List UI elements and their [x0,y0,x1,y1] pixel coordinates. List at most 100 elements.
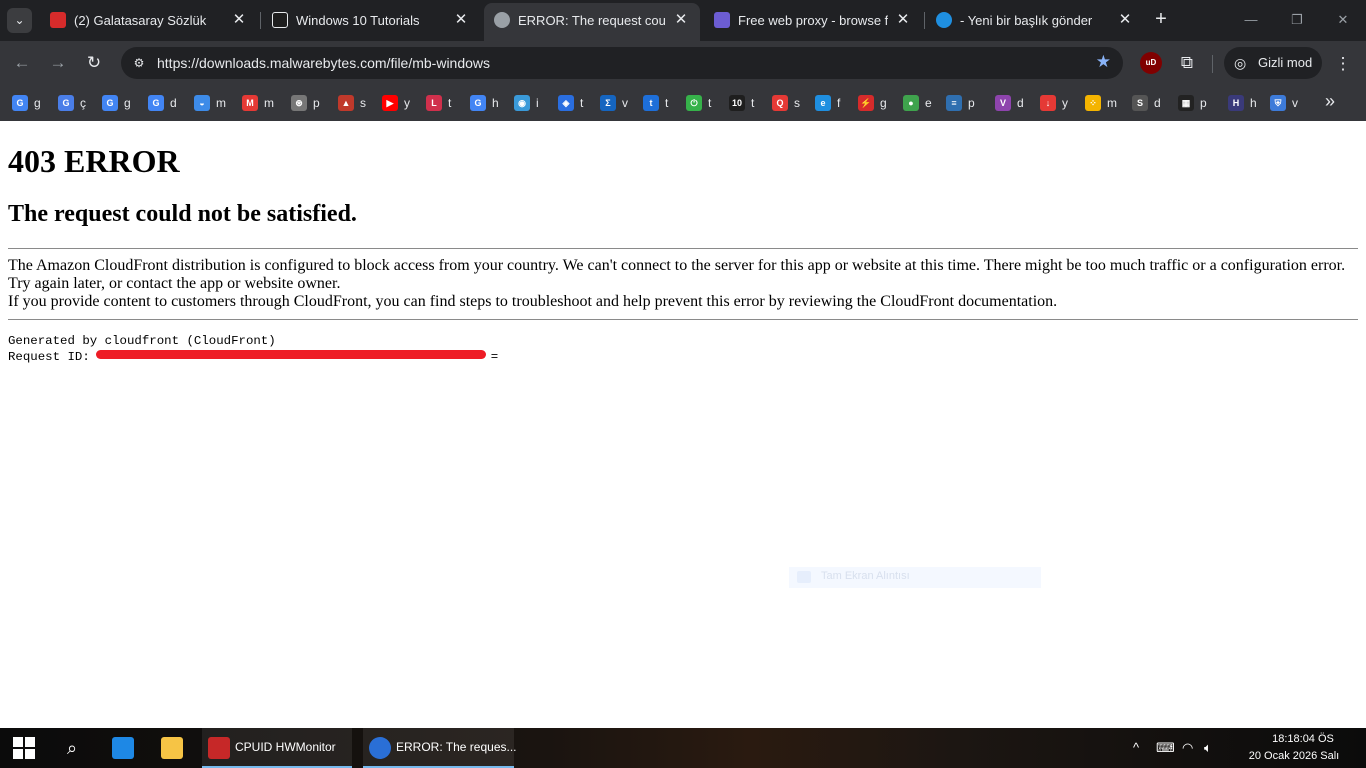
divider [8,319,1358,320]
bookmark-label: h [1250,96,1257,110]
chevron-down-icon: ⌄ [14,13,25,27]
close-icon[interactable]: ✕ [230,11,248,29]
bookmark-label: t [751,96,755,110]
bookmark-favicon-icon: t [643,95,659,111]
tab-new-topic[interactable]: - Yeni bir başlık gönder ✕ [926,3,1144,38]
reload-icon: ↻ [86,53,102,72]
screenshot-icon [797,571,811,583]
bookmark-favicon-icon: ◉ [514,95,530,111]
minimize-button[interactable]: — [1236,8,1266,32]
request-id-label: Request ID: [8,350,90,364]
clock-time[interactable]: 18:18:04 ÖS [1263,733,1343,745]
bookmark-favicon-icon: ● [903,95,919,111]
kebab-menu-icon: ⋮ [1334,54,1352,73]
close-icon[interactable]: ✕ [1116,11,1134,29]
windows-logo-icon [13,737,23,747]
bookmark-label: d [170,96,177,110]
volume-icon[interactable]: 🔈︎ [1204,740,1212,756]
incognito-indicator[interactable]: ◎ Gizli mod [1224,47,1322,79]
tab-strip: ⌄ (2) Galatasaray Sözlük ✕ Windows 10 Tu… [0,0,1366,41]
forum-favicon-icon [936,12,952,28]
close-icon[interactable]: ✕ [894,11,912,29]
url-text[interactable]: https://downloads.malwarebytes.com/file/… [157,55,490,71]
arrow-right-icon: → [49,53,67,72]
restore-button[interactable]: ❐ [1282,8,1312,32]
forward-button[interactable]: → [46,51,70,75]
tab-windows-10-tutorials[interactable]: Windows 10 Tutorials ✕ [262,3,480,38]
chevron-double-right-icon: » [1324,91,1335,111]
divider [8,248,1358,249]
close-icon[interactable]: ✕ [452,11,470,29]
bookmark-label: t [580,96,584,110]
bookmark-label: y [1062,96,1068,110]
bookmark-favicon-icon: V [995,95,1011,111]
bookmark-favicon-icon: ⁘ [1085,95,1101,111]
taskbar-app-browser[interactable]: ERROR: The reques... [363,728,517,768]
bookmark-favicon-icon: ≡ [946,95,962,111]
tab-title: (2) Galatasaray Sözlük [74,13,207,28]
network-icon[interactable]: ◠ [1182,740,1193,756]
bookmark-label: h [492,96,499,110]
redaction-mark [96,350,486,359]
taskbar-app-label: CPUID HWMonitor [235,740,336,754]
bookmark-label: g [124,96,131,110]
tab-web-proxy[interactable]: Free web proxy - browse fas ✕ [704,3,922,38]
incognito-icon: ◎ [1234,55,1247,71]
close-icon[interactable]: ✕ [672,11,690,29]
bookmark-label: t [708,96,712,110]
address-bar[interactable]: ⚙ https://downloads.malwarebytes.com/fil… [121,47,1123,79]
task-view-button[interactable] [106,728,140,768]
request-id-tail: = [490,350,499,364]
file-explorer-button[interactable] [155,728,189,768]
clock-date[interactable]: 20 Ocak 2026 Salı [1244,750,1344,762]
new-tab-button[interactable]: + [1150,9,1172,31]
toolbar-divider [1212,55,1213,73]
input-indicator-icon[interactable]: ⌨ [1156,740,1175,756]
snip-label: Tam Ekran Alıntısı [821,570,910,582]
bookmarks-overflow-button[interactable]: » [1320,91,1340,111]
ublock-extension-icon[interactable]: uD [1140,52,1162,74]
chevron-up-icon: ^ [1133,740,1140,755]
plus-icon: + [1155,8,1167,30]
bookmark-label: m [264,96,274,110]
bookmark-favicon-icon: ⚡ [858,95,874,111]
cloudfront-help-text: If you provide content to customers thro… [8,293,1058,310]
tab-separator [924,12,925,29]
bookmark-favicon-icon: ◈ [558,95,574,111]
bookmark-star-icon[interactable]: ★ [1096,52,1111,72]
site-info-button[interactable]: ⚙ [129,53,149,73]
hwmonitor-icon [208,737,230,759]
start-button[interactable] [12,736,36,760]
browser-menu-button[interactable]: ⋮ [1334,53,1352,75]
back-button[interactable]: ← [10,51,34,75]
bookmark-favicon-icon: ◒ [194,95,210,111]
tab-galatasaray[interactable]: (2) Galatasaray Sözlük ✕ [40,3,258,38]
tab-error-active[interactable]: ERROR: The request could not ✕ [484,3,700,41]
tune-icon: ⚙ [133,56,145,70]
bookmark-label: f [837,96,841,110]
extensions-puzzle-icon[interactable]: ⧉ [1176,52,1198,74]
show-hidden-icons-button[interactable]: ^ [1133,740,1139,755]
bookmark-favicon-icon: G [58,95,74,111]
minimize-icon: — [1244,12,1258,27]
error-subheading: The request could not be satisfied. [8,201,357,227]
search-icon: ⌕ [66,738,78,758]
browser-toolbar: ← → ↻ ⚙ https://downloads.malwarebytes.c… [0,41,1366,85]
reload-button[interactable]: ↻ [82,51,106,75]
galatasaray-favicon-icon [50,12,66,28]
tab-search-button[interactable]: ⌄ [7,8,32,33]
tab-separator [260,12,261,29]
taskbar-app-hwmonitor[interactable]: CPUID HWMonitor [202,728,352,768]
bookmark-label: p [1200,96,1207,110]
diagnostic-info: Generated by cloudfront (CloudFront) Req… [8,333,498,365]
error-message: The Amazon CloudFront distribution is co… [8,257,1346,292]
taskbar-search-button[interactable]: ⌕ [58,728,86,768]
bookmark-label: p [313,96,320,110]
close-window-button[interactable]: ✕ [1328,8,1358,32]
bookmark-label: s [360,96,366,110]
page-content: 403 ERROR The request could not be satis… [0,121,1366,728]
error-description: The Amazon CloudFront distribution is co… [8,257,1358,311]
bookmark-favicon-icon: L [426,95,442,111]
bookmark-favicon-icon: S [1132,95,1148,111]
bookmarks-bar: Gg Gç Gg Gd ◒ m Mm ⊛ p ▲ s ▶ y Lt Gh ◉ i ◈ t Σv t t ⏻ t 10 t Qs e f ⚡… [0,85,1366,121]
